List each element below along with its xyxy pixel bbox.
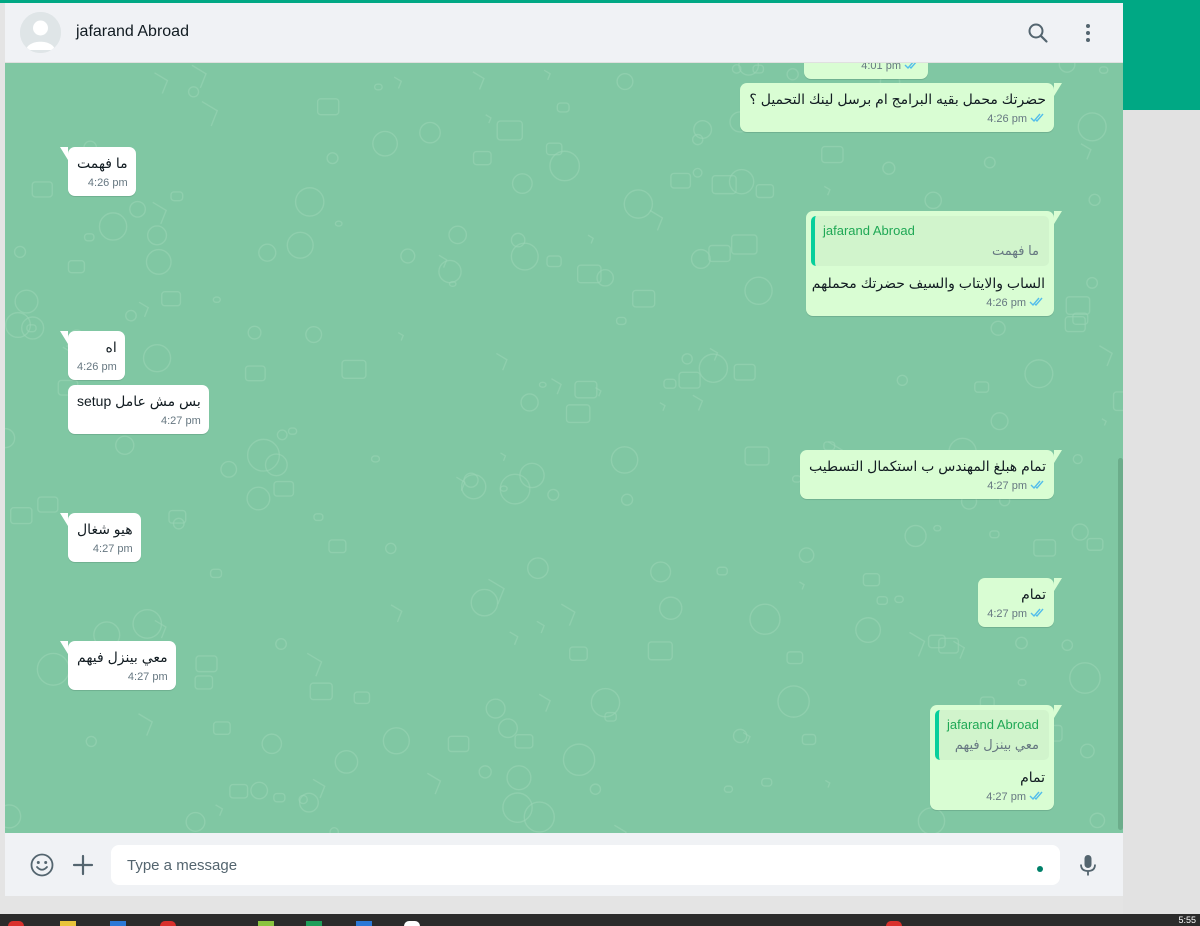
double-check-icon: [904, 63, 920, 70]
message-text: ما فهمت: [77, 155, 128, 171]
vertical-dots-menu-icon[interactable]: [1076, 21, 1100, 45]
taskbar-app-icon[interactable]: [404, 921, 420, 926]
message-text: معي بينزل فيهم: [77, 649, 168, 665]
quoted-message[interactable]: jafarand Abroad معي بينزل فيهم: [935, 710, 1049, 760]
message-text: هيو شغال: [77, 521, 133, 537]
chat-window: jafarand Abroad 4:01 pm حضرتك محمل بقيه …: [5, 3, 1123, 896]
double-check-icon: [1030, 607, 1046, 618]
message-bubble-incoming[interactable]: ما فهمت 4:26 pm: [60, 147, 136, 196]
double-check-icon: [1030, 112, 1046, 123]
message-bubble-outgoing[interactable]: تمام هبلغ المهندس ب استكمال التسطيب 4:27…: [799, 450, 1063, 499]
message-meta: 4:27 pm: [127, 671, 168, 683]
chat-header: jafarand Abroad: [5, 3, 1123, 63]
message-text: الساب والايتاب والسيف حضرتك محملهم: [811, 275, 1045, 291]
message-meta: 4:01 pm: [813, 63, 920, 73]
taskbar-app-icon[interactable]: [356, 921, 372, 926]
taskbar-app-icon[interactable]: [306, 921, 322, 926]
taskbar-app-icon[interactable]: [60, 921, 76, 926]
message-bubble-outgoing[interactable]: تمام 4:27 pm: [978, 578, 1062, 627]
message-meta: 4:26 pm: [749, 112, 1046, 126]
message-meta: 4:27 pm: [809, 479, 1046, 493]
taskbar-app-icon[interactable]: [258, 921, 274, 926]
message-list[interactable]: 4:01 pm حضرتك محمل بقيه البرامج ام برسل …: [5, 63, 1123, 833]
message-meta: 4:26 pm: [811, 296, 1049, 310]
message-text: بس مش عامل setup: [77, 393, 201, 409]
plus-icon[interactable]: [70, 852, 96, 878]
contact-name[interactable]: jafarand Abroad: [76, 23, 189, 41]
microphone-icon[interactable]: [1075, 852, 1101, 878]
background-accent-strip: [1123, 0, 1200, 110]
input-status-dot: [1037, 866, 1043, 872]
emoji-icon[interactable]: [29, 852, 55, 878]
message-text: اه: [105, 339, 117, 355]
os-taskbar: 5:55: [0, 914, 1200, 926]
double-check-icon: [1029, 296, 1045, 307]
search-icon[interactable]: [1026, 21, 1050, 45]
message-meta: 4:27 pm: [160, 415, 201, 427]
background-side-area: [1123, 110, 1200, 914]
message-meta: 4:27 pm: [935, 790, 1049, 804]
message-bubble-outgoing[interactable]: jafarand Abroad معي بينزل فيهم تمام 4:27…: [930, 705, 1062, 810]
composer-bar: [5, 833, 1123, 896]
double-check-icon: [1030, 479, 1046, 490]
taskbar-clock: 5:55: [1178, 915, 1196, 925]
message-meta: 4:26 pm: [87, 177, 128, 189]
message-bubble-outgoing[interactable]: حضرتك محمل بقيه البرامج ام برسل لينك الت…: [740, 83, 1062, 132]
taskbar-app-icon[interactable]: [8, 921, 24, 926]
message-text: تمام: [1021, 586, 1046, 602]
message-bubble-incoming[interactable]: اه 4:26 pm: [60, 331, 125, 380]
quoted-message[interactable]: jafarand Abroad ما فهمت: [811, 216, 1049, 266]
message-meta: 4:27 pm: [987, 607, 1046, 621]
double-check-icon: [1029, 790, 1045, 801]
message-meta: 4:27 pm: [92, 543, 133, 555]
message-text: تمام هبلغ المهندس ب استكمال التسطيب: [808, 458, 1046, 474]
message-bubble-outgoing[interactable]: jafarand Abroad ما فهمت الساب والايتاب و…: [806, 211, 1062, 316]
message-bubble-incoming[interactable]: معي بينزل فيهم 4:27 pm: [60, 641, 176, 690]
quoted-text: معي بينزل فيهم: [954, 737, 1039, 752]
quoted-text: ما فهمت: [991, 243, 1039, 258]
message-bubble-incoming[interactable]: هيو شغال 4:27 pm: [60, 513, 141, 562]
message-text: تمام: [1020, 769, 1045, 785]
message-text: حضرتك محمل بقيه البرامج ام برسل لينك الت…: [749, 91, 1046, 107]
taskbar-app-icon[interactable]: [110, 921, 126, 926]
quoted-sender: jafarand Abroad: [823, 223, 915, 238]
default-avatar-icon[interactable]: [20, 12, 61, 53]
taskbar-app-icon[interactable]: [886, 921, 902, 926]
chat-scrollbar[interactable]: [1118, 458, 1123, 830]
message-bubble-outgoing[interactable]: 4:01 pm: [804, 63, 928, 79]
message-bubble-incoming[interactable]: بس مش عامل setup 4:27 pm: [68, 385, 209, 434]
quoted-sender: jafarand Abroad: [947, 717, 1039, 732]
message-input[interactable]: [111, 845, 1060, 885]
taskbar-app-icon[interactable]: [160, 921, 176, 926]
message-meta: 4:26 pm: [77, 361, 117, 373]
